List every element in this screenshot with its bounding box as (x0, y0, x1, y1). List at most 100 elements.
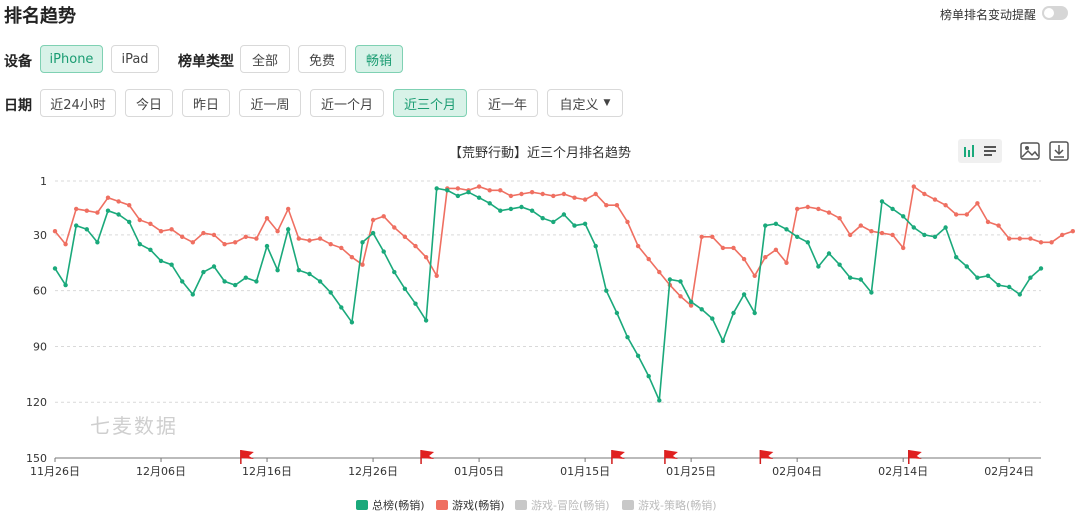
game-rank-point (540, 191, 545, 197)
game-rank-point (190, 240, 195, 245)
total-rank-point (678, 279, 683, 284)
total-rank-point (688, 299, 694, 304)
game-rank-point (116, 199, 121, 204)
x-tick-label: 01月25日 (666, 465, 716, 478)
game-rank-point (678, 294, 683, 299)
total-rank-point (932, 234, 938, 239)
total-rank-point (370, 230, 376, 236)
total-rank-point (879, 199, 885, 204)
game-rank-point (975, 201, 980, 206)
game-rank-point (339, 245, 344, 251)
total-rank-point (731, 310, 736, 316)
game-rank-point (275, 229, 280, 234)
game-rank-point (413, 243, 418, 249)
total-rank-point (561, 212, 567, 217)
game-rank-point (741, 256, 747, 262)
x-tick-label: 01月15日 (560, 465, 610, 478)
total-rank-point (964, 264, 969, 269)
total-rank-point (254, 279, 259, 284)
x-tick-label: 01月05日 (454, 465, 504, 478)
game-rank-point (222, 242, 227, 247)
game-rank-point (805, 204, 810, 210)
game-rank-point (657, 269, 662, 275)
legend-adventure[interactable]: 游戏-冒险(畅销) (515, 497, 610, 513)
game-rank-point (508, 193, 514, 199)
total-rank-point (657, 398, 662, 403)
x-tick-label: 12月06日 (136, 465, 186, 478)
total-rank-point (275, 268, 280, 273)
game-rank-point (243, 234, 248, 239)
total-rank-point (572, 223, 577, 228)
game-rank-point (84, 208, 90, 213)
total-rank-point (201, 269, 206, 275)
total-rank-point (116, 212, 121, 217)
game-rank-point (731, 245, 736, 251)
total-rank-point (540, 216, 545, 221)
total-rank-point (922, 232, 927, 238)
total-rank-point (243, 275, 248, 280)
game-rank-point (402, 234, 408, 239)
total-rank-point (328, 290, 333, 295)
total-rank-point (434, 186, 439, 191)
game-rank-point (943, 203, 948, 208)
legend-game-swatch (436, 500, 448, 510)
legend-total-label: 总榜(畅销) (372, 499, 425, 512)
total-rank-point (127, 219, 132, 225)
game-rank-point (635, 243, 641, 249)
game-rank-point (63, 242, 68, 247)
game-rank-point (604, 203, 609, 208)
legend-strategy[interactable]: 游戏-策略(畅销) (622, 497, 717, 513)
game-rank-point (349, 255, 355, 260)
total-rank-point (954, 255, 959, 260)
flag-icon (611, 450, 625, 464)
game-rank-point (381, 214, 386, 219)
total-rank-point (180, 279, 185, 284)
total-rank-point (720, 338, 726, 344)
total-rank-point (625, 335, 630, 340)
total-rank-point (646, 374, 651, 379)
game-rank-point (572, 195, 577, 200)
game-rank-point (826, 210, 832, 215)
total-rank-point (317, 279, 323, 284)
game-rank-point (954, 212, 959, 217)
legend-game[interactable]: 游戏(畅销) (436, 497, 505, 513)
game-rank-point (816, 206, 821, 212)
total-rank-point (593, 243, 598, 249)
flag-icon (420, 450, 435, 464)
total-rank-point (752, 310, 757, 316)
legend-strategy-label: 游戏-策略(畅销) (638, 499, 717, 512)
game-rank-point (476, 184, 482, 189)
total-rank-point (487, 201, 492, 206)
total-rank-point (890, 206, 895, 212)
game-rank-point (264, 216, 270, 221)
total-rank-point (339, 305, 344, 310)
game-rank-point (837, 216, 842, 221)
x-tick-label: 02月24日 (984, 465, 1034, 478)
legend-total[interactable]: 总榜(畅销) (356, 497, 425, 513)
total-rank-point (105, 208, 111, 213)
game-rank-point (423, 255, 429, 260)
game-rank-point (487, 188, 492, 193)
game-rank-point (434, 273, 439, 278)
game-rank-point (773, 247, 779, 252)
game-rank-point (1017, 236, 1022, 241)
legend-game-label: 游戏(畅销) (452, 499, 505, 512)
y-tick-label: 30 (33, 229, 47, 242)
legend-adventure-swatch (515, 500, 527, 510)
total-rank-point (1017, 292, 1022, 297)
game-rank-point (52, 229, 58, 234)
game-rank-point (922, 191, 927, 197)
game-rank-point (964, 212, 969, 217)
y-tick-label: 120 (26, 396, 47, 409)
x-tick-label: 02月14日 (878, 465, 928, 478)
game-rank-point (646, 256, 651, 262)
game-rank-point (95, 210, 100, 215)
x-tick-label: 12月26日 (348, 465, 398, 478)
total-rank-point (190, 292, 195, 297)
total-rank-point (943, 225, 948, 230)
game-rank-point (296, 236, 301, 241)
game-rank-point (519, 191, 524, 197)
game-rank-point (137, 217, 142, 223)
game-rank-point (455, 186, 461, 191)
game-rank-point (688, 303, 694, 308)
